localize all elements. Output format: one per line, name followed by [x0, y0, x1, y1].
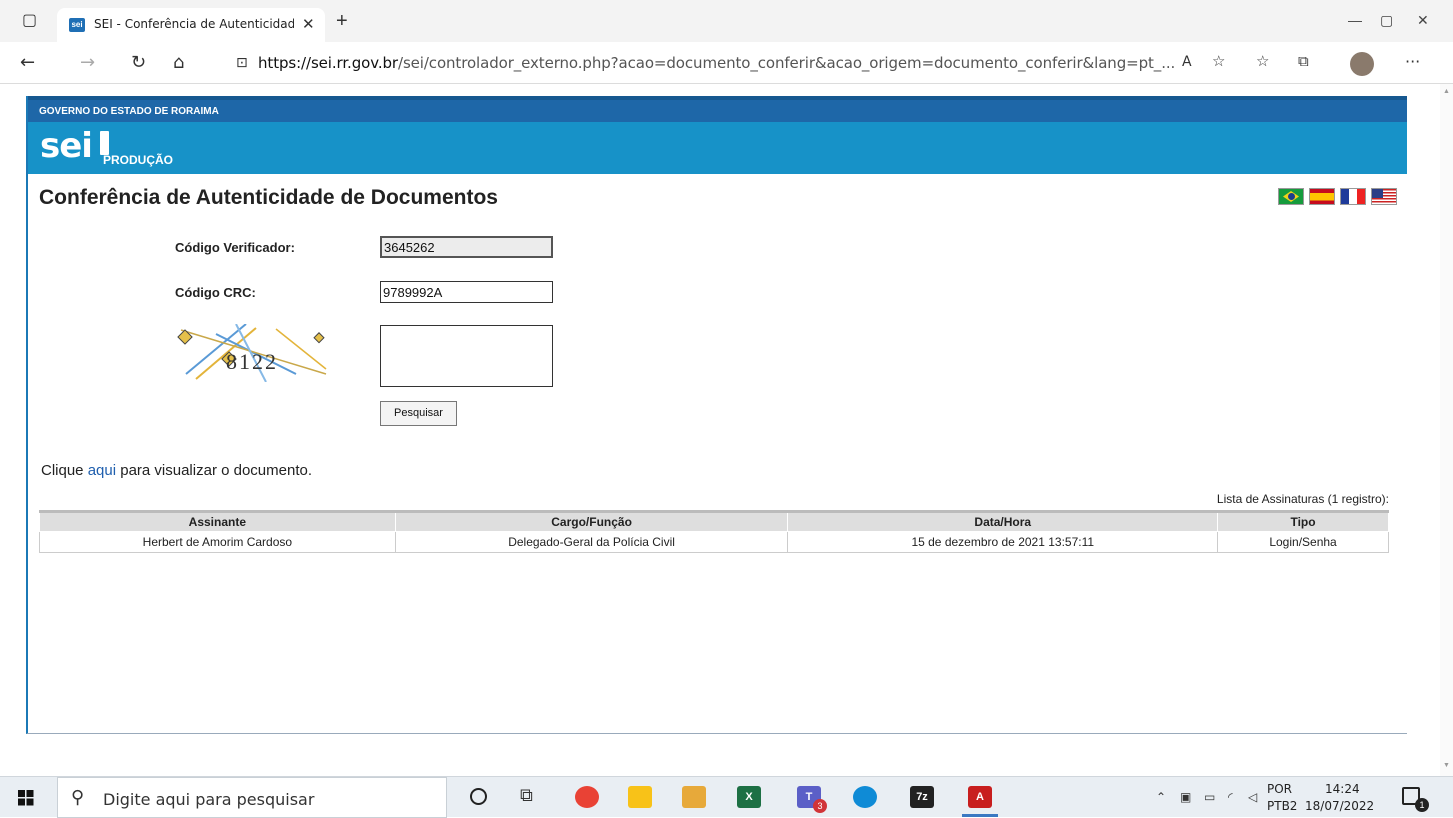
- sticky-notes-icon[interactable]: [628, 786, 652, 808]
- url-host: https://sei.rr.gov.br: [258, 54, 398, 72]
- page-title: Conferência de Autenticidade de Document…: [39, 186, 498, 209]
- scroll-up-icon[interactable]: ▲: [1443, 88, 1450, 95]
- link-suffix: para visualizar o documento.: [116, 462, 312, 479]
- read-aloud-icon[interactable]: A: [1182, 54, 1192, 70]
- home-icon[interactable]: ⌂: [173, 52, 184, 73]
- page-scrollbar[interactable]: ▲ ▼: [1440, 84, 1453, 776]
- chrome-icon[interactable]: [575, 786, 599, 808]
- back-icon[interactable]: ←: [20, 52, 35, 73]
- spain-flag-icon[interactable]: [1309, 188, 1335, 205]
- keyboard-layout[interactable]: PTB2: [1267, 799, 1297, 813]
- government-bar: GOVERNO DO ESTADO DE RORAIMA: [28, 96, 1407, 122]
- table-row: Herbert de Amorim Cardoso Delegado-Geral…: [39, 531, 1389, 553]
- cell-role: Delegado-Geral da Polícia Civil: [394, 531, 789, 553]
- minimize-icon[interactable]: —: [1348, 12, 1362, 28]
- close-window-icon[interactable]: ✕: [1417, 12, 1429, 29]
- document-link-text: Clique aqui para visualizar o documento.: [41, 462, 312, 479]
- link-prefix: Clique: [41, 462, 88, 479]
- tab-title: SEI - Conferência de Autenticidade: [94, 17, 294, 31]
- clock-time[interactable]: 14:24: [1325, 782, 1360, 796]
- cell-type: Login/Senha: [1217, 531, 1389, 553]
- environment-label: PRODUÇÃO: [103, 153, 174, 167]
- cell-signer: Herbert de Amorim Cardoso: [39, 531, 396, 553]
- browser-nav-bar: ← → ↻ ⌂ ⊡ https://sei.rr.gov.br/sei/cont…: [0, 42, 1453, 84]
- teams-badge: 3: [813, 799, 827, 813]
- captcha-text: 8122: [226, 349, 278, 374]
- header-role: Cargo/Função: [394, 510, 789, 532]
- new-tab-icon[interactable]: +: [336, 10, 348, 33]
- edge-icon[interactable]: [853, 786, 877, 808]
- header-type: Tipo: [1217, 510, 1389, 532]
- tab-actions-icon[interactable]: ▢: [22, 10, 37, 29]
- battery-icon[interactable]: ▭: [1204, 790, 1215, 804]
- notification-count: 1: [1415, 798, 1429, 812]
- restore-icon[interactable]: ▢: [1380, 12, 1393, 29]
- address-bar[interactable]: https://sei.rr.gov.br/sei/controlador_ex…: [258, 54, 1175, 72]
- collections-icon[interactable]: ⧉: [1298, 52, 1309, 70]
- excel-icon[interactable]: X: [737, 786, 761, 808]
- signatures-table: Assinante Cargo/Função Data/Hora Tipo He…: [39, 510, 1389, 553]
- favorites-icon[interactable]: ☆: [1256, 52, 1269, 70]
- captcha-image: 8122: [177, 324, 327, 382]
- cell-datetime: 15 de dezembro de 2021 13:57:11: [787, 531, 1219, 553]
- view-document-link[interactable]: aqui: [88, 462, 116, 479]
- volume-icon[interactable]: ◁: [1248, 790, 1257, 804]
- france-flag-icon[interactable]: [1340, 188, 1366, 205]
- windows-taskbar: ⚲ Digite aqui para pesquisar ⧉ X T 3 7z …: [0, 776, 1453, 818]
- forward-icon[interactable]: →: [80, 52, 95, 73]
- sei-logo: sei: [40, 126, 93, 166]
- brazil-flag-icon[interactable]: [1278, 188, 1304, 205]
- browser-tab[interactable]: sei SEI - Conferência de Autenticidade ✕: [57, 8, 325, 42]
- table-header-row: Assinante Cargo/Função Data/Hora Tipo: [39, 510, 1389, 532]
- windows-start-icon[interactable]: [18, 790, 34, 806]
- input-language[interactable]: POR: [1267, 782, 1292, 796]
- acrobat-icon[interactable]: A: [968, 786, 992, 808]
- clock-date[interactable]: 18/07/2022: [1305, 799, 1374, 813]
- profile-avatar[interactable]: [1350, 52, 1374, 76]
- taskbar-search-box[interactable]: ⚲ Digite aqui para pesquisar: [57, 777, 447, 818]
- page-info-icon[interactable]: ⊡: [236, 55, 248, 71]
- captcha-answer-input[interactable]: [380, 325, 553, 387]
- usa-flag-icon[interactable]: [1371, 188, 1397, 205]
- sei-logo-mark-icon: [100, 131, 109, 155]
- search-icon: ⚲: [71, 787, 85, 807]
- task-view-icon[interactable]: ⧉: [520, 785, 533, 806]
- browser-tab-bar: ▢ sei SEI - Conferência de Autenticidade…: [0, 0, 1453, 42]
- scroll-down-icon[interactable]: ▼: [1443, 762, 1450, 769]
- refresh-icon[interactable]: ↻: [131, 52, 146, 73]
- wifi-icon[interactable]: ◜: [1228, 790, 1233, 804]
- close-tab-icon[interactable]: ✕: [302, 15, 315, 33]
- verifier-label: Código Verificador:: [175, 240, 295, 255]
- crc-label: Código CRC:: [175, 285, 256, 300]
- taskbar-search-placeholder: Digite aqui para pesquisar: [103, 790, 315, 809]
- sei-favicon-icon: sei: [69, 18, 85, 32]
- header-datetime: Data/Hora: [787, 510, 1219, 532]
- government-name: GOVERNO DO ESTADO DE RORAIMA: [39, 106, 219, 117]
- file-explorer-icon[interactable]: [682, 786, 706, 808]
- add-favorite-icon[interactable]: ☆: [1212, 52, 1225, 70]
- tray-expand-icon[interactable]: ⌃: [1156, 790, 1166, 804]
- sei-header: sei PRODUÇÃO: [28, 122, 1407, 174]
- search-button[interactable]: Pesquisar: [380, 401, 457, 426]
- 7zip-icon[interactable]: 7z: [910, 786, 934, 808]
- crc-code-input[interactable]: [380, 281, 553, 303]
- signatures-caption: Lista de Assinaturas (1 registro):: [1216, 492, 1389, 506]
- more-icon[interactable]: ···: [1405, 52, 1420, 71]
- sei-page: GOVERNO DO ESTADO DE RORAIMA sei PRODUÇÃ…: [26, 96, 1407, 734]
- header-signer: Assinante: [39, 510, 396, 532]
- cortana-icon[interactable]: [470, 788, 487, 805]
- verifier-code-input[interactable]: [380, 236, 553, 258]
- url-path: /sei/controlador_externo.php?acao=docume…: [397, 54, 1176, 72]
- tray-app-icon[interactable]: ▣: [1180, 790, 1191, 804]
